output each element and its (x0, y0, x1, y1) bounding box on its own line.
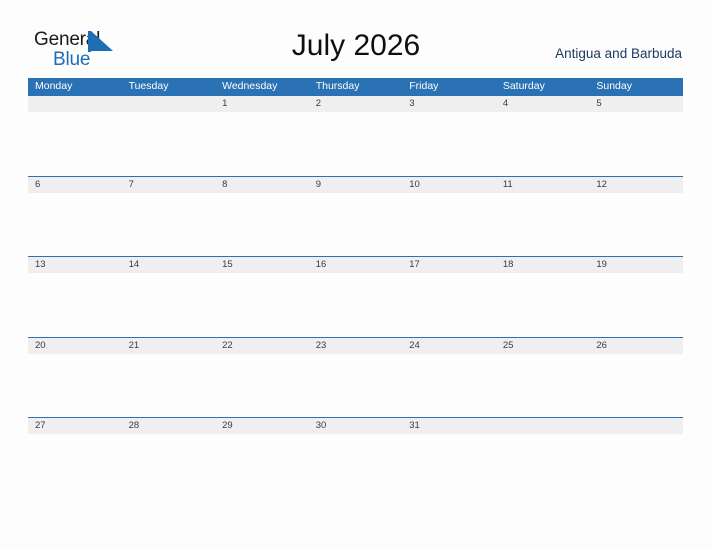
day-cell[interactable]: 13 (28, 257, 122, 273)
week-row: 27 28 29 30 31 (28, 417, 683, 498)
day-cell[interactable]: 26 (589, 338, 683, 354)
week-notes-area[interactable] (28, 273, 683, 336)
week-row: 13 14 15 16 17 18 19 (28, 256, 683, 337)
day-cell[interactable]: 6 (28, 177, 122, 193)
week-date-band: 27 28 29 30 31 (28, 417, 683, 434)
day-cell[interactable]: 28 (122, 418, 216, 434)
day-cell[interactable]: 15 (215, 257, 309, 273)
day-cell[interactable]: 29 (215, 418, 309, 434)
calendar-grid: Monday Tuesday Wednesday Thursday Friday… (28, 78, 683, 498)
day-cell[interactable]: 23 (309, 338, 403, 354)
day-cell[interactable]: 1 (215, 96, 309, 112)
day-cell[interactable]: 3 (402, 96, 496, 112)
dow-monday: Monday (35, 80, 73, 92)
day-cell[interactable]: 2 (309, 96, 403, 112)
week-date-band: 6 7 8 9 10 11 12 (28, 175, 683, 193)
dow-sunday: Sunday (596, 80, 632, 92)
week-notes-area[interactable] (28, 354, 683, 417)
week-date-band: 1 2 3 4 5 (28, 95, 683, 112)
day-cell[interactable]: 16 (309, 257, 403, 273)
day-cell[interactable]: 10 (402, 177, 496, 193)
dow-wednesday: Wednesday (222, 80, 278, 92)
day-cell[interactable] (496, 418, 590, 434)
country-label: Antigua and Barbuda (555, 46, 682, 61)
day-cell[interactable]: 14 (122, 257, 216, 273)
day-cell[interactable]: 27 (28, 418, 122, 434)
day-cell[interactable]: 18 (496, 257, 590, 273)
day-cell[interactable]: 24 (402, 338, 496, 354)
week-date-band: 13 14 15 16 17 18 19 (28, 256, 683, 273)
week-notes-area[interactable] (28, 434, 683, 497)
day-cell[interactable]: 30 (309, 418, 403, 434)
day-cell[interactable]: 25 (496, 338, 590, 354)
day-cell[interactable]: 4 (496, 96, 590, 112)
day-of-week-header-row: Monday Tuesday Wednesday Thursday Friday… (28, 78, 683, 95)
day-cell[interactable]: 22 (215, 338, 309, 354)
day-cell[interactable] (122, 96, 216, 112)
day-cell[interactable]: 11 (496, 177, 590, 193)
page-header: General Blue July 2026 Antigua and Barbu… (0, 0, 712, 78)
day-cell[interactable]: 31 (402, 418, 496, 434)
day-cell[interactable]: 21 (122, 338, 216, 354)
day-cell[interactable]: 9 (309, 177, 403, 193)
day-cell[interactable]: 7 (122, 177, 216, 193)
day-cell[interactable]: 5 (589, 96, 683, 112)
dow-thursday: Thursday (315, 80, 360, 92)
day-cell[interactable]: 17 (402, 257, 496, 273)
week-row: 6 7 8 9 10 11 12 (28, 175, 683, 257)
day-cell[interactable] (28, 96, 122, 112)
calendar-page: General Blue July 2026 Antigua and Barbu… (0, 0, 712, 550)
week-date-band: 20 21 22 23 24 25 26 (28, 336, 683, 354)
week-notes-area[interactable] (28, 193, 683, 256)
day-cell[interactable] (589, 418, 683, 434)
week-notes-area[interactable] (28, 112, 683, 175)
week-row: 1 2 3 4 5 (28, 95, 683, 176)
day-cell[interactable]: 19 (589, 257, 683, 273)
day-cell[interactable]: 12 (589, 177, 683, 193)
dow-friday: Friday (409, 80, 439, 92)
dow-tuesday: Tuesday (128, 80, 169, 92)
dow-saturday: Saturday (502, 80, 545, 92)
week-row: 20 21 22 23 24 25 26 (28, 336, 683, 418)
day-cell[interactable]: 20 (28, 338, 122, 354)
day-cell[interactable]: 8 (215, 177, 309, 193)
